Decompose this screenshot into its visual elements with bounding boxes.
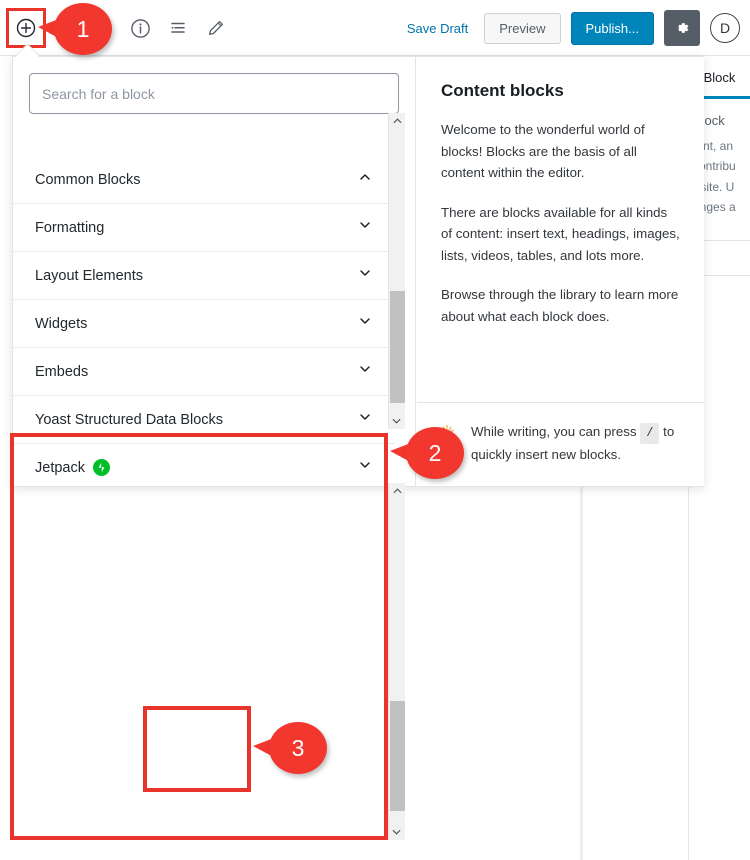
preview-button[interactable]: Preview: [484, 12, 561, 44]
category-label: Layout Elements: [35, 267, 144, 284]
content-blocks-head: Content blocks Welcome to the wonderful …: [417, 57, 704, 345]
list-view-icon[interactable]: [160, 10, 196, 46]
slash-key: /: [640, 423, 660, 445]
chevron-down-icon: [357, 409, 373, 430]
redo-glyph: [96, 24, 110, 36]
undo-glyph: [56, 24, 70, 36]
category-row-embeds[interactable]: Embeds: [13, 348, 395, 396]
content-paragraph: Welcome to the wonderful world of blocks…: [441, 122, 645, 181]
chevron-down-icon: [357, 457, 373, 478]
tip-text: While writing, you can press / to quickl…: [471, 421, 684, 466]
search-row: [13, 57, 415, 130]
list-glyph: [171, 22, 185, 33]
category-label: Widgets: [35, 315, 88, 332]
category-label: Embeds: [35, 363, 89, 380]
category-row-jetpack[interactable]: Jetpack: [13, 444, 395, 486]
undo-icon[interactable]: [46, 10, 82, 46]
info-glyph: [130, 18, 150, 38]
chevron-up-icon: [357, 170, 373, 190]
content-info-icon[interactable]: [122, 10, 158, 46]
category-scrollbar-thumb[interactable]: [390, 291, 405, 403]
toolbar-left-group: [6, 0, 234, 56]
page-title: Content blocks: [441, 81, 564, 100]
add-block-icon[interactable]: [6, 8, 46, 48]
chevron-down-icon: [357, 265, 373, 286]
pencil-glyph: [208, 20, 224, 36]
search-input[interactable]: [29, 73, 399, 114]
category-list: Common Blocks Formatting Layout Elements: [13, 170, 395, 486]
add-block-glyph: [16, 18, 36, 38]
scroll-down-arrow-icon[interactable]: [389, 414, 404, 429]
edit-pencil-icon[interactable]: [198, 10, 234, 46]
category-label: Yoast Structured Data Blocks: [35, 411, 224, 428]
scroll-down-arrow-icon[interactable]: [389, 825, 404, 840]
category-label: Jetpack: [35, 459, 110, 476]
sparkle-tip-icon: [437, 421, 459, 448]
jetpack-logo-icon: [92, 459, 110, 476]
block-grid-scrollbar-thumb[interactable]: [390, 701, 405, 811]
chevron-down-icon: [357, 217, 373, 238]
category-scroll-region: Common Blocks Formatting Layout Elements: [13, 170, 415, 486]
scroll-up-arrow-icon[interactable]: [389, 113, 405, 128]
category-row-formatting[interactable]: Formatting: [13, 204, 395, 252]
category-label: Formatting: [35, 219, 105, 236]
save-draft-button[interactable]: Save Draft: [401, 17, 474, 40]
category-row-widgets[interactable]: Widgets: [13, 300, 395, 348]
category-label-text: Jetpack: [35, 459, 85, 476]
editor-toolbar: Save Draft Preview Publish... D: [0, 0, 750, 56]
redo-icon[interactable]: [84, 10, 120, 46]
avatar[interactable]: D: [710, 13, 740, 43]
publish-button[interactable]: Publish...: [570, 11, 654, 45]
chevron-down-icon: [357, 361, 373, 382]
block-inserter-popover: Common Blocks Formatting Layout Elements: [12, 56, 704, 487]
block-grid-scrollbar[interactable]: [388, 483, 405, 840]
category-row-yoast-structured-data-blocks[interactable]: Yoast Structured Data Blocks: [13, 396, 395, 444]
scroll-up-arrow-icon[interactable]: [389, 483, 405, 498]
content-paragraph: There are blocks available for all kinds…: [441, 204, 680, 263]
inserter-info-panel: Content blocks Welcome to the wonderful …: [417, 57, 704, 486]
category-row-layout-elements[interactable]: Layout Elements: [13, 252, 395, 300]
settings-gear-icon[interactable]: [664, 10, 700, 46]
chevron-down-icon: [357, 313, 373, 334]
tip-text-before: While writing, you can press: [471, 424, 637, 440]
category-scrollbar[interactable]: [388, 113, 405, 429]
content-paragraph: Browse through the library to learn more…: [441, 287, 679, 324]
toolbar-right-group: Save Draft Preview Publish... D: [401, 0, 740, 56]
gear-glyph: [678, 23, 689, 33]
editor-tip: While writing, you can press / to quickl…: [417, 402, 704, 486]
inserter-browse-panel: Common Blocks Formatting Layout Elements: [13, 57, 416, 486]
category-row-common-blocks[interactable]: Common Blocks: [13, 170, 395, 204]
category-label: Common Blocks: [35, 171, 141, 188]
